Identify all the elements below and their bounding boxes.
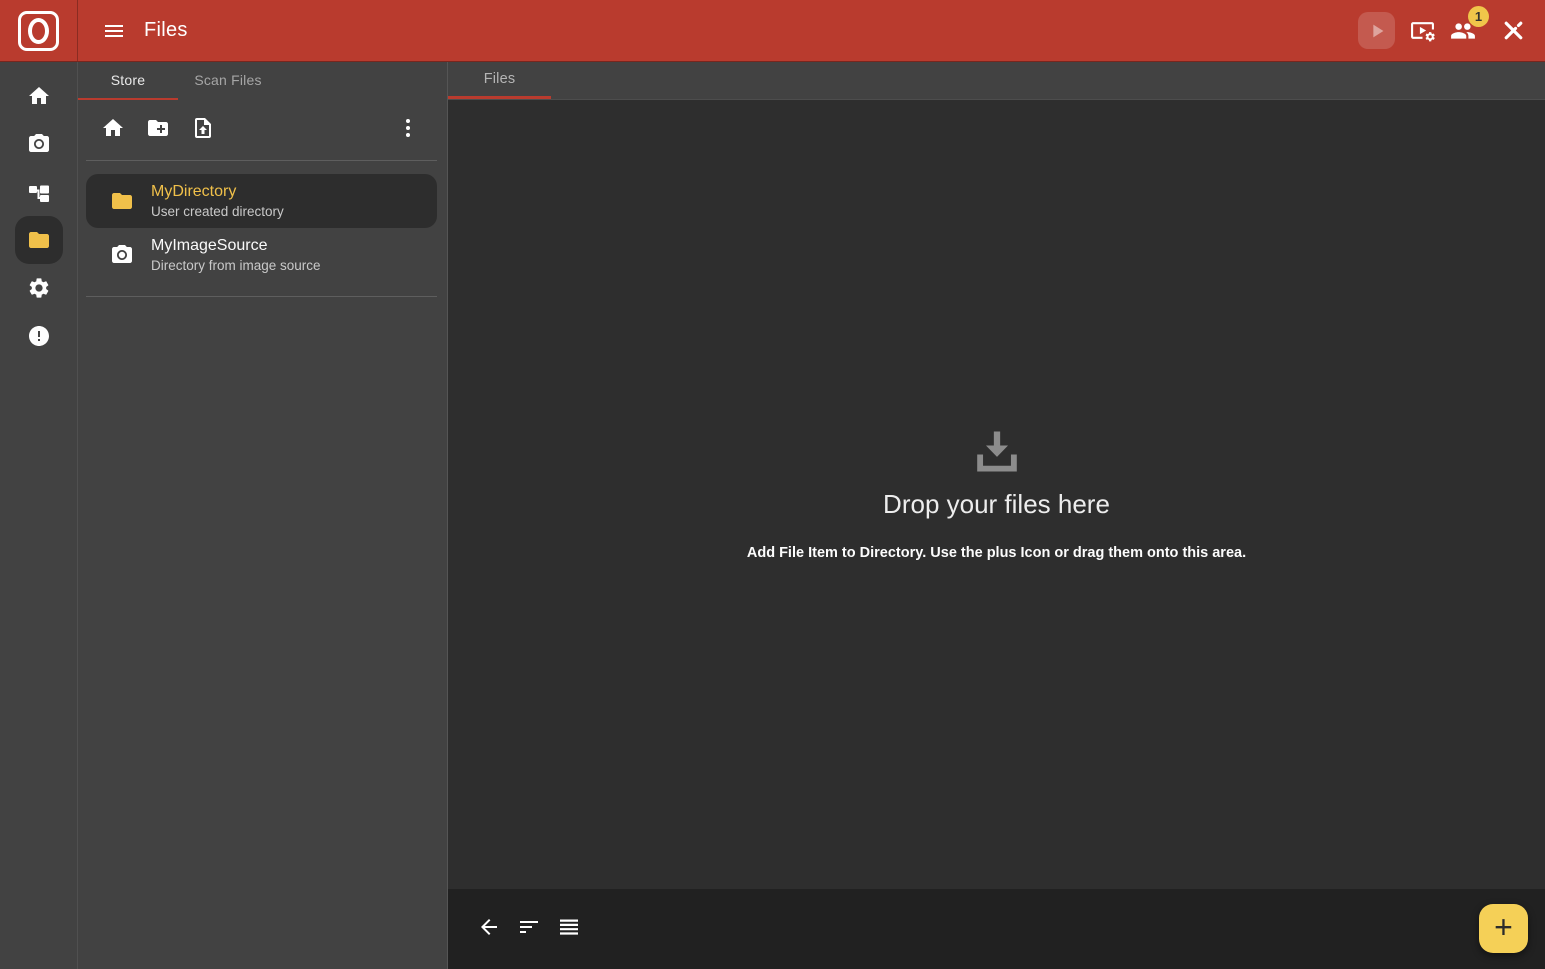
rail-item-flows[interactable] [15,168,63,216]
home-directory-button[interactable] [101,116,125,145]
panel-toolbar [78,100,447,160]
tab-files[interactable]: Files [448,62,551,99]
directory-panel: Store Scan Files MyDirectory User create… [78,62,448,969]
users-badge: 1 [1468,6,1489,27]
rail-item-errors[interactable] [15,312,63,360]
list-item-myimagesource[interactable]: MyImageSource Directory from image sourc… [86,228,437,282]
flows-icon [27,180,51,204]
upload-file-button[interactable] [191,116,215,145]
upload-file-icon [191,116,215,140]
video-settings-button[interactable] [1410,18,1435,43]
rail-item-settings[interactable] [15,264,63,312]
sort-icon [517,915,541,939]
bottom-toolbar [448,889,1545,969]
dropzone-title: Drop your files here [883,489,1110,520]
item-subtitle: User created directory [151,204,284,219]
folder-icon [110,189,134,213]
home-icon [101,116,125,140]
plus-icon: + [1494,911,1513,943]
video-settings-icon [1410,18,1435,43]
list-divider [86,296,437,297]
download-icon [970,429,1024,479]
item-title: MyDirectory [151,183,284,201]
play-icon [1366,20,1388,42]
item-title: MyImageSource [151,237,321,255]
camera-icon [27,132,51,156]
hamburger-icon [102,19,126,43]
tab-scan-files[interactable]: Scan Files [178,62,278,100]
add-file-fab[interactable]: + [1479,904,1528,953]
rail-item-camera[interactable] [15,120,63,168]
rail-item-home[interactable] [15,72,63,120]
rail-item-files[interactable] [15,216,63,264]
error-icon [27,324,51,348]
dropzone-subtitle: Add File Item to Directory. Use the plus… [747,545,1246,561]
directory-list: MyDirectory User created directory MyIma… [78,161,447,297]
back-button[interactable] [477,915,501,944]
create-folder-button[interactable] [146,116,170,145]
tab-store[interactable]: Store [78,62,178,100]
more-vert-icon [396,116,420,140]
create-folder-icon [146,116,170,140]
item-subtitle: Directory from image source [151,258,321,273]
home-icon [27,84,51,108]
left-rail [0,62,78,969]
back-arrow-icon [477,915,501,939]
close-tools-icon [1501,18,1526,43]
panel-more-button[interactable] [396,116,420,145]
app-header: Files 1 [0,0,1545,62]
close-tools-button[interactable] [1501,18,1526,43]
sort-button[interactable] [517,915,541,944]
list-icon [557,915,581,939]
users-button[interactable]: 1 [1450,18,1476,44]
list-view-button[interactable] [557,915,581,944]
header-actions: 1 [1358,12,1545,49]
o-logo-icon [18,11,59,51]
settings-gear-icon [27,276,51,300]
main-area: Files Drop your files here Add File Item… [448,62,1545,969]
main-tab-bar: Files [448,62,1545,100]
list-item-mydirectory[interactable]: MyDirectory User created directory [86,174,437,228]
panel-tab-bar: Store Scan Files [78,62,447,100]
menu-button[interactable] [102,19,126,43]
camera-icon [110,243,134,267]
page-title: Files [144,19,188,42]
run-button[interactable] [1358,12,1395,49]
app-logo[interactable] [0,0,78,61]
file-dropzone[interactable]: Drop your files here Add File Item to Di… [448,100,1545,889]
folder-icon [27,228,51,252]
